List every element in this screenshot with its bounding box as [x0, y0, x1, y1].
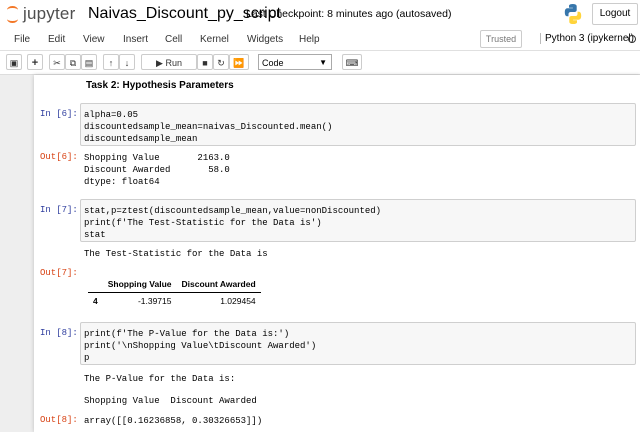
checkpoint-status: Last Checkpoint: 8 minutes ago (autosave…	[246, 8, 452, 20]
dataframe-table: Shopping Value Discount Awarded 4 -1.397…	[88, 276, 261, 309]
insert-cell-button[interactable]: +	[27, 54, 43, 70]
chevron-down-icon: ▼	[319, 58, 327, 67]
restart-icon: ↻	[217, 58, 225, 68]
menu-widgets[interactable]: Widgets	[247, 34, 283, 45]
output-prompt: Out[6]:	[40, 152, 78, 162]
restart-button[interactable]: ↻	[213, 54, 229, 70]
input-prompt: In [7]:	[40, 205, 78, 215]
stop-icon: ■	[202, 58, 208, 68]
code-line: alpha=0.05	[84, 110, 139, 120]
paste-icon: ▤	[84, 58, 94, 68]
kernel-name[interactable]: Python 3 (ipykernel)	[540, 33, 634, 44]
copy-icon: ⧉	[69, 58, 77, 68]
output-line: Shopping Value 2163.0	[84, 153, 230, 163]
run-icon: ▶	[156, 58, 163, 68]
plus-icon: +	[31, 57, 39, 69]
input-prompt: In [8]:	[40, 328, 78, 338]
move-down-icon: ↓	[124, 58, 130, 68]
code-line: p	[84, 353, 90, 363]
trusted-indicator[interactable]: Trusted	[480, 30, 522, 48]
code-line: print(f'The P-Value for the Data is:')	[84, 329, 290, 339]
table-header-cell: Shopping Value	[107, 279, 172, 289]
jupyter-logo-icon	[6, 6, 20, 23]
stdout-line: The Test-Statistic for the Data is	[84, 249, 268, 259]
input-prompt: In [6]:	[40, 109, 78, 119]
table-header-row: Shopping Value Discount Awarded	[88, 276, 261, 293]
cell-type-select[interactable]: Code ▼	[258, 54, 332, 70]
table-header-cell	[88, 276, 103, 293]
interrupt-button[interactable]: ■	[197, 54, 213, 70]
output-prompt: Out[8]:	[40, 415, 78, 425]
cut-icon: ✂	[53, 58, 61, 68]
stdout-line: The P-Value for the Data is:	[84, 374, 236, 384]
table-cell: -1.39715	[137, 296, 172, 306]
restart-run-all-button[interactable]: ⏩	[229, 54, 249, 70]
table-cell: 1.029454	[220, 296, 256, 306]
logo-text: jupyter	[23, 4, 76, 23]
table-row-index: 4	[93, 296, 98, 306]
python-logo-icon	[564, 4, 582, 24]
code-line: stat,p=ztest(discountedsample_mean,value…	[84, 206, 382, 216]
cell-type-value: Code	[262, 58, 284, 68]
menu-kernel[interactable]: Kernel	[200, 34, 229, 45]
run-label: Run	[165, 58, 182, 68]
output-line: Discount Awarded 58.0	[84, 165, 230, 175]
copy-button[interactable]: ⧉	[65, 54, 81, 70]
code-line: discountedsample_mean	[84, 134, 198, 144]
output-line: array([[0.16236858, 0.30326653]])	[84, 416, 263, 426]
menu-cell[interactable]: Cell	[165, 34, 182, 45]
menu-file[interactable]: File	[14, 34, 30, 45]
code-line: print(f'The Test-Statistic for the Data …	[84, 218, 322, 228]
notebook-header: jupyter Naivas_Discount_py_script Last C…	[0, 0, 640, 28]
output-line: dtype: float64	[84, 177, 160, 187]
code-line: print('\nShopping Value\tDiscount Awarde…	[84, 341, 317, 351]
output-prompt: Out[7]:	[40, 268, 78, 278]
stdout-line: Shopping Value Discount Awarded	[84, 396, 257, 406]
cut-button[interactable]: ✂	[49, 54, 65, 70]
move-up-icon: ↑	[108, 58, 114, 68]
command-palette-button[interactable]: ⌨	[342, 54, 362, 70]
save-icon: ▣	[9, 58, 19, 68]
fast-forward-icon: ⏩	[233, 58, 245, 68]
menu-help[interactable]: Help	[299, 34, 320, 45]
code-line: discountedsample_mean=naivas_Discounted.…	[84, 122, 333, 132]
menu-insert[interactable]: Insert	[123, 34, 148, 45]
markdown-heading: Task 2: Hypothesis Parameters	[86, 80, 234, 91]
table-row: 4 -1.39715 1.029454	[88, 293, 261, 310]
move-up-button[interactable]: ↑	[103, 54, 119, 70]
run-button[interactable]: ▶ Run	[141, 54, 197, 70]
code-line: stat	[84, 230, 106, 240]
keyboard-icon: ⌨	[345, 58, 359, 68]
kernel-idle-icon	[628, 35, 636, 43]
table-header-cell: Discount Awarded	[181, 279, 256, 289]
paste-button[interactable]: ▤	[81, 54, 97, 70]
menu-view[interactable]: View	[83, 34, 105, 45]
logout-button[interactable]: Logout	[592, 3, 638, 25]
save-button[interactable]: ▣	[6, 54, 22, 70]
move-down-button[interactable]: ↓	[119, 54, 135, 70]
jupyter-logo[interactable]: jupyter	[6, 4, 75, 24]
menu-edit[interactable]: Edit	[48, 34, 65, 45]
